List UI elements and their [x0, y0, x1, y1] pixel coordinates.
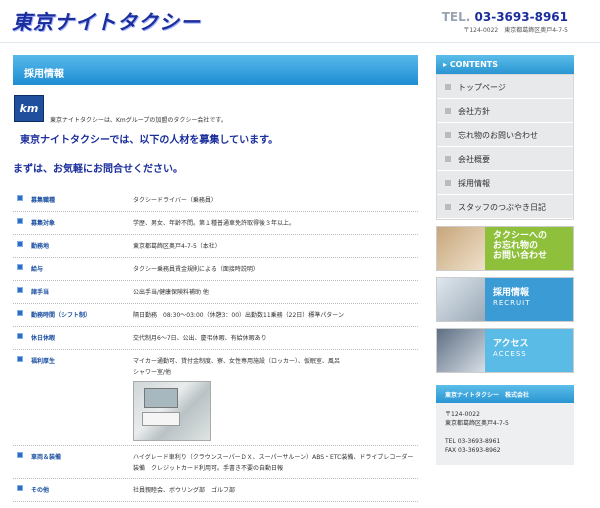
company-header: 東京ナイトタクシー 株式会社: [436, 385, 574, 403]
banner-subtitle: ACCESS: [493, 350, 527, 358]
sidebar-item-lost-items[interactable]: 忘れ物のお問い合わせ: [437, 123, 573, 147]
main-content: 採用情報 km 東京ナイトタクシーは、Kmグループの加盟のタクシー会社です。 東…: [13, 55, 418, 502]
table-row: 給与 タクシー乗務員賃金規則による（面接時説明）: [13, 258, 418, 281]
mirror: [144, 388, 178, 408]
phone-number: TEL. 03-3693-8961: [442, 10, 568, 24]
site-logo[interactable]: 東京ナイトタクシー: [12, 6, 201, 35]
banner-subtitle: RECRUIT: [493, 299, 531, 307]
km-logo: km: [14, 95, 44, 122]
row-label: 給与: [31, 266, 44, 273]
company-fax: FAX 03-3693-8962: [445, 447, 501, 454]
square-bullet-icon: [445, 108, 451, 114]
table-row: 勤務時間（シフト制） 隔日勤務 08:30～03:00（休憩3：00）出勤数11…: [13, 304, 418, 327]
map-photo: [437, 329, 485, 372]
bullet-icon: [17, 310, 23, 316]
bullet-icon: [17, 218, 23, 224]
operator-photo: [437, 227, 485, 270]
row-label: 募集対象: [31, 220, 56, 227]
row-label: 諸手当: [31, 289, 50, 296]
row-label: 休日休暇: [31, 335, 56, 342]
staff-photo: [437, 278, 485, 321]
row-value: 社員親睦会、ボウリング部 ゴルフ部: [133, 487, 236, 494]
access-banner[interactable]: アクセス ACCESS: [436, 328, 574, 373]
company-info: 〒124-0022 東京都葛飾区奥戸4-7-5 TEL 03-3693-8961…: [436, 403, 574, 465]
table-row: 休日休暇 交代制月6～7日、公出、慶弔休暇、有給休暇あり: [13, 327, 418, 350]
header-address: 〒124-0022 東京都葛飾区奥戸4-7-5: [463, 27, 568, 34]
row-label: 車両＆装備: [31, 454, 62, 461]
company-tel: TEL 03-3693-8961: [445, 438, 501, 445]
row-value: 東京都葛飾区奥戸4-7-5（本社）: [133, 243, 221, 250]
banner-title: 採用情報: [493, 288, 530, 298]
tel-number: 03-3693-8961: [474, 10, 568, 24]
row-value-extra: シャワー室/他: [133, 369, 172, 376]
bullet-icon: [17, 333, 23, 339]
row-label: 勤務地: [31, 243, 50, 250]
tel-prefix: TEL.: [441, 10, 471, 24]
bullet-icon: [17, 287, 23, 293]
sink: [142, 412, 180, 426]
site-header: 東京ナイトタクシー TEL. 03-3693-8961 〒124-0022 東京…: [0, 0, 600, 42]
company-zip: 〒124-0022: [445, 411, 480, 418]
header-divider: [0, 42, 600, 43]
company-address: 東京都葛飾区奥戸4-7-5: [445, 420, 509, 427]
square-bullet-icon: [445, 84, 451, 90]
recruit-banner[interactable]: 採用情報 RECRUIT: [436, 277, 574, 322]
bullet-icon: [17, 485, 23, 491]
row-label: 勤務時間（シフト制）: [31, 312, 92, 319]
sidebar-item-top[interactable]: トップページ: [437, 75, 573, 99]
intro-text: 東京ナイトタクシーは、Kmグループの加盟のタクシー会社です。: [50, 117, 227, 124]
shower-room-photo: [133, 381, 211, 441]
row-value: ハイグレード車利り（クラウンスーパーＤＸ、スーパーサルーン）ABS・ETC装備、…: [133, 454, 414, 472]
row-label: 募集職種: [31, 197, 56, 204]
sidebar-item-diary[interactable]: スタッフのつぶやき日記: [437, 195, 573, 219]
row-label: 福利厚生: [31, 358, 56, 365]
row-value: 交代制月6～7日、公出、慶弔休暇、有給休暇あり: [133, 335, 267, 342]
sidebar-item-company[interactable]: 会社概要: [437, 147, 573, 171]
table-row: 勤務地 東京都葛飾区奥戸4-7-5（本社）: [13, 235, 418, 258]
bullet-icon: [17, 356, 23, 362]
table-row: 車両＆装備 ハイグレード車利り（クラウンスーパーＤＸ、スーパーサルーン）ABS・…: [13, 446, 418, 479]
square-bullet-icon: [445, 156, 451, 162]
square-bullet-icon: [445, 180, 451, 186]
page-title: 採用情報: [13, 55, 418, 85]
table-row: 諸手当 公出手当/健康保険料補助 他: [13, 281, 418, 304]
sidebar: ▸ CONTENTS トップページ 会社方針 忘れ物のお問い合わせ 会社概要 採…: [436, 55, 574, 465]
recruit-headline: 東京ナイトタクシーでは、以下の人材を募集しています。: [20, 135, 279, 146]
table-row: 福利厚生 マイカー通勤可、貸付金制度、寮、女性専用施設（ロッカー）、仮眠室、風呂…: [13, 350, 418, 446]
bullet-icon: [17, 452, 23, 458]
sidebar-menu: トップページ 会社方針 忘れ物のお問い合わせ 会社概要 採用情報 スタッフのつぶ…: [436, 74, 574, 220]
row-value: タクシー乗務員賃金規則による（面接時説明）: [133, 266, 259, 273]
table-row: 募集職種 タクシードライバー（乗務員）: [13, 189, 418, 212]
bullet-icon: [17, 241, 23, 247]
contact-headline: まずは、お気軽にお問合せください。: [13, 164, 183, 175]
square-bullet-icon: [445, 204, 451, 210]
row-value: 学歴、男女、年齢不問。第１種普通車免許取得後３年以上。: [133, 220, 296, 227]
bullet-icon: [17, 264, 23, 270]
banner-title: アクセス: [493, 339, 529, 349]
intro-block: km 東京ナイトタクシーは、Kmグループの加盟のタクシー会社です。: [13, 93, 418, 131]
row-value: マイカー通勤可、貸付金制度、寮、女性専用施設（ロッカー）、仮眠室、風呂: [133, 358, 341, 365]
table-row: 募集対象 学歴、男女、年齢不問。第１種普通車免許取得後３年以上。: [13, 212, 418, 235]
recruit-table: 募集職種 タクシードライバー（乗務員） 募集対象 学歴、男女、年齢不問。第１種普…: [13, 189, 418, 502]
row-value: 隔日勤務 08:30～03:00（休憩3：00）出勤数11乗務（22日）標準パタ…: [133, 312, 345, 319]
row-value: 公出手当/健康保険料補助 他: [133, 289, 209, 296]
row-label: その他: [31, 487, 50, 494]
square-bullet-icon: [445, 132, 451, 138]
sidebar-item-policy[interactable]: 会社方針: [437, 99, 573, 123]
bullet-icon: [17, 195, 23, 201]
banner-text: タクシーへの お忘れ物の お問い合わせ: [485, 227, 573, 270]
sidebar-item-recruit[interactable]: 採用情報: [437, 171, 573, 195]
contents-header: ▸ CONTENTS: [436, 55, 574, 74]
row-value: タクシードライバー（乗務員）: [133, 197, 217, 204]
lost-items-banner[interactable]: タクシーへの お忘れ物の お問い合わせ: [436, 226, 574, 271]
table-row: その他 社員親睦会、ボウリング部 ゴルフ部: [13, 479, 418, 502]
